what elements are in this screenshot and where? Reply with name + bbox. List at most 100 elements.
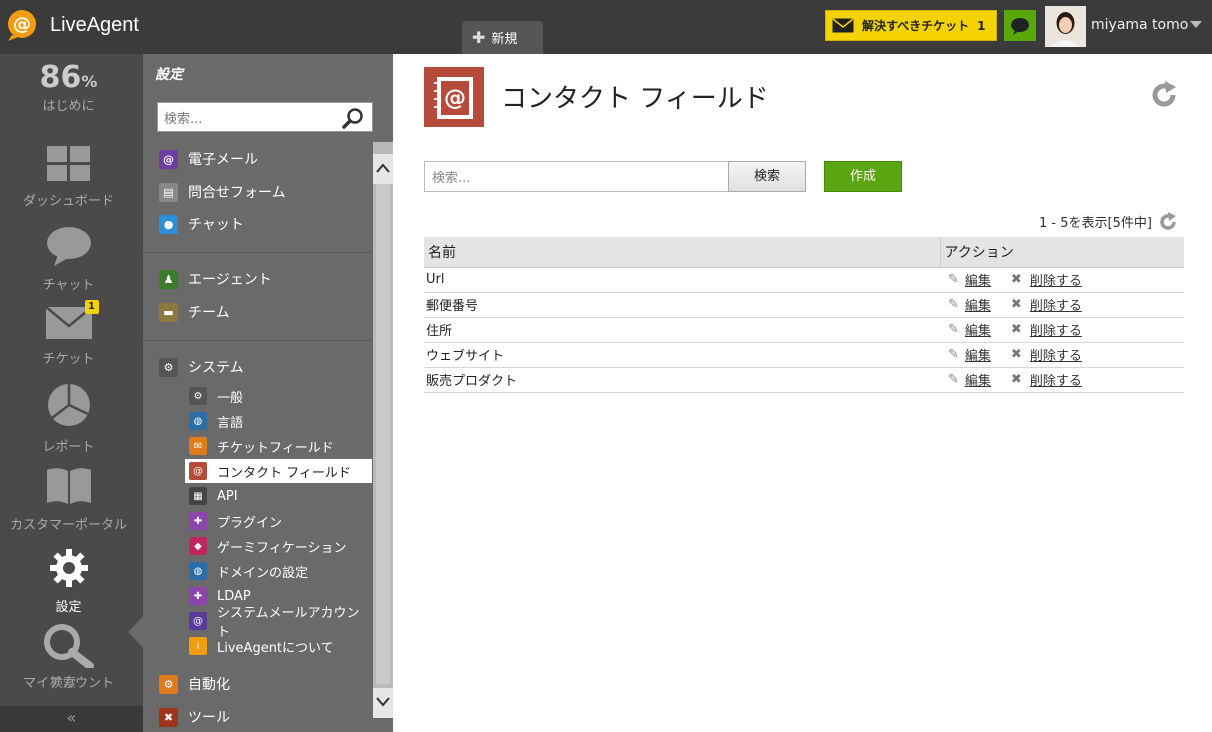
nav-chat[interactable]: チャット [0,226,137,293]
scroll-down-button[interactable] [373,688,393,718]
collapse-sidebar-button[interactable]: « [0,706,143,732]
tools-icon: ✖ [159,707,178,727]
pencil-icon: ✎ [948,322,959,337]
menu-label: チーム [188,305,230,321]
nav-settings[interactable]: 設定 [0,548,137,615]
info-icon: i [189,637,207,655]
menu-label: ツール [188,710,230,726]
settings-search-input[interactable]: 検索... [157,102,373,132]
puzzle-icon: ✚ [189,512,207,530]
search-placeholder: 検索... [432,171,471,186]
settings-item-email[interactable]: @ 電子メール [159,148,258,170]
delete-x-icon: ✖ [1010,372,1022,387]
settings-panel: 設定 検索... @ 電子メール ▤ 問合せフォーム ● チャット ♟ エージェ… [143,54,393,732]
delete-link[interactable]: 削除する [1030,320,1082,339]
settings-item-teams[interactable]: ▬ チーム [159,301,230,323]
app-logo[interactable]: @ LiveAgent [6,9,139,41]
settings-item-contact-forms[interactable]: ▤ 問合せフォーム [159,181,286,203]
folder-icon: ▬ [159,302,178,322]
refresh-icon[interactable] [1158,212,1178,232]
divider [143,252,373,253]
gear-icon: ⚙ [189,387,207,405]
chat-bubbles-icon: ● [159,214,178,234]
pencil-icon: ✎ [948,272,959,287]
nav-label: カスタマーポータル [9,518,127,533]
refresh-icon[interactable] [1149,80,1179,110]
system-item-gamification[interactable]: ◆ ゲーミフィケーション [185,534,372,558]
settings-item-chat[interactable]: ● チャット [159,213,244,235]
settings-item-agents[interactable]: ♟ エージェント [159,268,272,290]
nav-label: 設定 [55,600,82,615]
settings-item-automation[interactable]: ⚙ 自動化 [159,673,230,695]
create-button[interactable]: 作成 [824,161,902,192]
system-item-contact-fields[interactable]: @ コンタクト フィールド [185,459,372,483]
tickets-label: 解決すべきチケット [862,19,970,33]
nav-dashboard[interactable]: ダッシュボード [0,146,137,209]
submenu-label: 言語 [217,415,244,431]
edit-link[interactable]: 編集 [965,370,991,389]
nav-reports[interactable]: レポート [0,382,137,455]
delete-link[interactable]: 削除する [1030,370,1082,389]
menu-label: エージェント [188,272,272,288]
www-globe-icon: ◍ [189,562,207,580]
scroll-up-button[interactable] [373,154,393,184]
settings-item-system[interactable]: ⚙ システム [159,356,244,378]
edit-link[interactable]: 編集 [965,270,991,289]
avatar[interactable] [1045,6,1086,47]
edit-link[interactable]: 編集 [965,320,991,339]
delete-link[interactable]: 削除する [1030,345,1082,364]
delete-x-icon: ✖ [1010,347,1022,362]
envelope-icon [832,18,854,33]
liveagent-logo-icon: @ [8,10,36,41]
tickets-to-resolve-button[interactable]: 解決すべきチケット 1 [825,10,997,41]
settings-item-tools[interactable]: ✖ ツール [159,706,230,728]
edit-link[interactable]: 編集 [965,295,991,314]
row-actions: ✎ 編集 ✖ 削除する [940,342,1184,368]
system-item-plugins[interactable]: ✚ プラグイン [185,509,372,533]
edit-link[interactable]: 編集 [965,345,991,364]
nav-customer-portal[interactable]: カスタマーポータル [0,466,137,533]
system-item-ticket-fields[interactable]: ✉ チケットフィールド [185,434,372,458]
search-icon[interactable] [342,107,364,129]
user-photo-icon [1045,6,1086,47]
users-icon: ♟ [159,269,178,289]
delete-x-icon: ✖ [1010,297,1022,312]
delete-link[interactable]: 削除する [1030,270,1082,289]
submenu-label: API [217,488,238,504]
system-item-system-mail-accounts[interactable]: @ システムメールアカウント [185,606,372,640]
system-item-about[interactable]: i LiveAgentについて [185,634,372,658]
system-item-general[interactable]: ⚙ 一般 [185,384,372,408]
system-item-language[interactable]: ◍ 言語 [185,409,372,433]
dashboard-icon [46,146,90,181]
submenu-label: プラグイン [217,515,283,531]
username[interactable]: miyama tomo [1091,17,1188,33]
menu-label: チャット [188,217,244,233]
delete-link[interactable]: 削除する [1030,295,1082,314]
gears-icon: ⚙ [159,674,178,694]
field-name: ウェブサイト [424,342,940,368]
column-header-name[interactable]: 名前 [424,237,940,268]
submenu-label: コンタクト フィールド [217,465,351,481]
field-name: 住所 [424,317,940,343]
nav-my-account[interactable]: 検索 マイアカウント [0,624,137,691]
table-header-row: 名前 アクション [424,237,1184,268]
nav-label: チャット [42,278,95,293]
main-content: @ コンタクト フィールド 検索... 検索 作成 1 - 5を表示[5件中] … [393,54,1212,732]
new-tab-button[interactable]: ✚ 新規 [462,21,543,54]
system-item-api[interactable]: ▦ API [185,484,372,508]
search-button[interactable]: 検索 [728,161,806,192]
system-item-domain-settings[interactable]: ◍ ドメインの設定 [185,559,372,583]
pencil-icon: ✎ [948,372,959,387]
chevron-down-icon[interactable] [1190,21,1202,28]
nav-getting-started[interactable]: 86% はじめに [0,60,137,114]
gear-icon [49,549,88,587]
scrollbar-thumb[interactable] [376,184,390,684]
menu-label: システム [188,360,244,376]
svg-text:@: @ [444,86,466,111]
nav-tickets[interactable]: 1 チケット [0,300,137,367]
at-sign-icon: @ [159,149,178,169]
settings-title: 設定 [155,67,183,83]
chat-button[interactable] [1004,10,1036,41]
pie-chart-icon [47,384,90,426]
contact-field-search-input[interactable]: 検索... [424,161,729,192]
